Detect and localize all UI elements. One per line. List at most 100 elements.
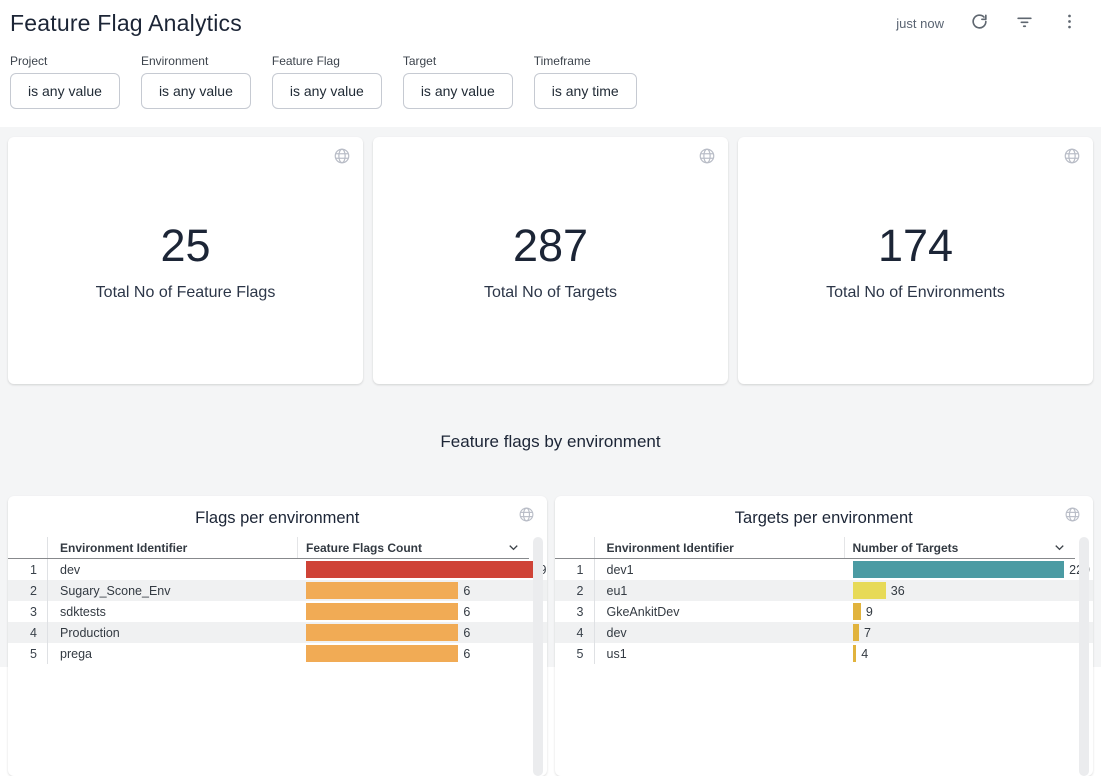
row-number: 5: [555, 643, 595, 664]
kpi-value: 174: [878, 220, 953, 272]
dashboard-body: 25 Total No of Feature Flags 287 Total N…: [0, 127, 1101, 667]
table-header: Environment Identifier Feature Flags Cou…: [8, 537, 529, 559]
environment-name-cell: Production: [48, 622, 298, 643]
bar[interactable]: [306, 603, 458, 620]
bar[interactable]: [853, 603, 861, 620]
filter-timeframe: Timeframe is any time: [534, 54, 637, 109]
scrollbar[interactable]: [533, 537, 543, 776]
row-number: 2: [555, 580, 595, 601]
row-number: 1: [8, 559, 48, 580]
bar-cell: 7: [845, 622, 1094, 643]
filter-project-value-button[interactable]: is any value: [10, 73, 120, 109]
column-header-environment-identifier[interactable]: Environment Identifier: [595, 537, 845, 558]
bar-cell: 6: [298, 643, 547, 664]
bar-cell: 6: [298, 601, 547, 622]
bar-cell: 36: [845, 580, 1094, 601]
header: Feature Flag Analytics just now: [0, 0, 1101, 46]
row-number: 1: [555, 559, 595, 580]
table-title: Targets per environment: [555, 496, 1094, 537]
scrollbar[interactable]: [1079, 537, 1089, 776]
bar[interactable]: [853, 624, 859, 641]
filter-timeframe-value-button[interactable]: is any time: [534, 73, 637, 109]
row-number: 3: [555, 601, 595, 622]
globe-icon: [518, 506, 535, 523]
header-actions: just now: [896, 12, 1079, 34]
bar-value: 9: [866, 605, 873, 619]
bar-value: 6: [463, 605, 470, 619]
environment-name-cell: eu1: [595, 580, 845, 601]
table-body: 1 dev 9 2 Sugary_Scone_Env 6 3 sdktests …: [8, 559, 547, 664]
kpi-value: 25: [160, 220, 210, 272]
tables-row: Flags per environment Environment Identi…: [8, 496, 1093, 776]
filter-label: Timeframe: [534, 54, 637, 68]
table-row: 5 prega 6: [8, 643, 547, 664]
bar-cell: 9: [845, 601, 1094, 622]
table-row: 1 dev1 229: [555, 559, 1094, 580]
table-row: 3 GkeAnkitDev 9: [555, 601, 1094, 622]
bar[interactable]: [853, 582, 886, 599]
bar-value: 36: [891, 584, 905, 598]
column-header-measure[interactable]: Feature Flags Count: [298, 537, 529, 558]
bar[interactable]: [306, 561, 534, 578]
kpi-card-total-no-of-environments: 174 Total No of Environments: [738, 137, 1093, 384]
environment-name-cell: dev: [48, 559, 298, 580]
filter-project: Project is any value: [10, 54, 120, 109]
kpi-label: Total No of Environments: [826, 284, 1005, 302]
bar[interactable]: [306, 624, 458, 641]
kebab-menu-icon: [1060, 12, 1079, 34]
kpi-value: 287: [513, 220, 588, 272]
row-number: 2: [8, 580, 48, 601]
kpi-card-total-no-of-feature-flags: 25 Total No of Feature Flags: [8, 137, 363, 384]
table-row: 1 dev 9: [8, 559, 547, 580]
column-header-measure[interactable]: Number of Targets: [845, 537, 1076, 558]
environment-name-cell: Sugary_Scone_Env: [48, 580, 298, 601]
kpi-label: Total No of Targets: [484, 284, 617, 302]
more-menu-button[interactable]: [1060, 12, 1079, 34]
chevron-down-icon[interactable]: [506, 540, 521, 560]
filter-environment-value-button[interactable]: is any value: [141, 73, 251, 109]
table-title: Flags per environment: [8, 496, 547, 537]
table-body: 1 dev1 229 2 eu1 36 3 GkeAnkitDev 9 4 de…: [555, 559, 1094, 664]
feature-flag-analytics-dashboard: Feature Flag Analytics just now: [0, 0, 1101, 667]
row-number-column-header: [555, 537, 595, 558]
table-row: 5 us1 4: [555, 643, 1094, 664]
bar-value: 4: [861, 647, 868, 661]
environment-name-cell: prega: [48, 643, 298, 664]
filter-list-icon: [1015, 12, 1034, 34]
filter-target-value-button[interactable]: is any value: [403, 73, 513, 109]
environment-name-cell: GkeAnkitDev: [595, 601, 845, 622]
environment-name-cell: sdktests: [48, 601, 298, 622]
filter-feature-flag-value-button[interactable]: is any value: [272, 73, 382, 109]
bar[interactable]: [853, 645, 857, 662]
row-number: 3: [8, 601, 48, 622]
bar[interactable]: [306, 582, 458, 599]
bar-value: 6: [463, 584, 470, 598]
filter-label: Feature Flag: [272, 54, 382, 68]
table-row: 4 Production 6: [8, 622, 547, 643]
table-row: 2 eu1 36: [555, 580, 1094, 601]
table-header: Environment Identifier Number of Targets: [555, 537, 1076, 559]
filter-label: Environment: [141, 54, 251, 68]
filter-target: Target is any value: [403, 54, 513, 109]
bar-cell: 4: [845, 643, 1094, 664]
globe-icon: [1063, 147, 1081, 165]
last-refreshed-label: just now: [896, 16, 944, 31]
row-number: 4: [8, 622, 48, 643]
bar-cell: 6: [298, 580, 547, 601]
filter-label: Target: [403, 54, 513, 68]
filter-bar: Project is any value Environment is any …: [0, 46, 1101, 127]
section-title: Feature flags by environment: [8, 432, 1093, 452]
bar-cell: 9: [298, 559, 547, 580]
column-header-environment-identifier[interactable]: Environment Identifier: [48, 537, 298, 558]
dashboard-filters-button[interactable]: [1015, 12, 1034, 34]
filter-feature-flag: Feature Flag is any value: [272, 54, 382, 109]
bar-cell: 6: [298, 622, 547, 643]
kpi-row: 25 Total No of Feature Flags 287 Total N…: [8, 137, 1093, 384]
bar[interactable]: [306, 645, 458, 662]
refresh-button[interactable]: [970, 12, 989, 34]
page-title: Feature Flag Analytics: [10, 10, 242, 37]
bar-value: 6: [463, 647, 470, 661]
bar[interactable]: [853, 561, 1065, 578]
row-number: 4: [555, 622, 595, 643]
chevron-down-icon[interactable]: [1052, 540, 1067, 560]
